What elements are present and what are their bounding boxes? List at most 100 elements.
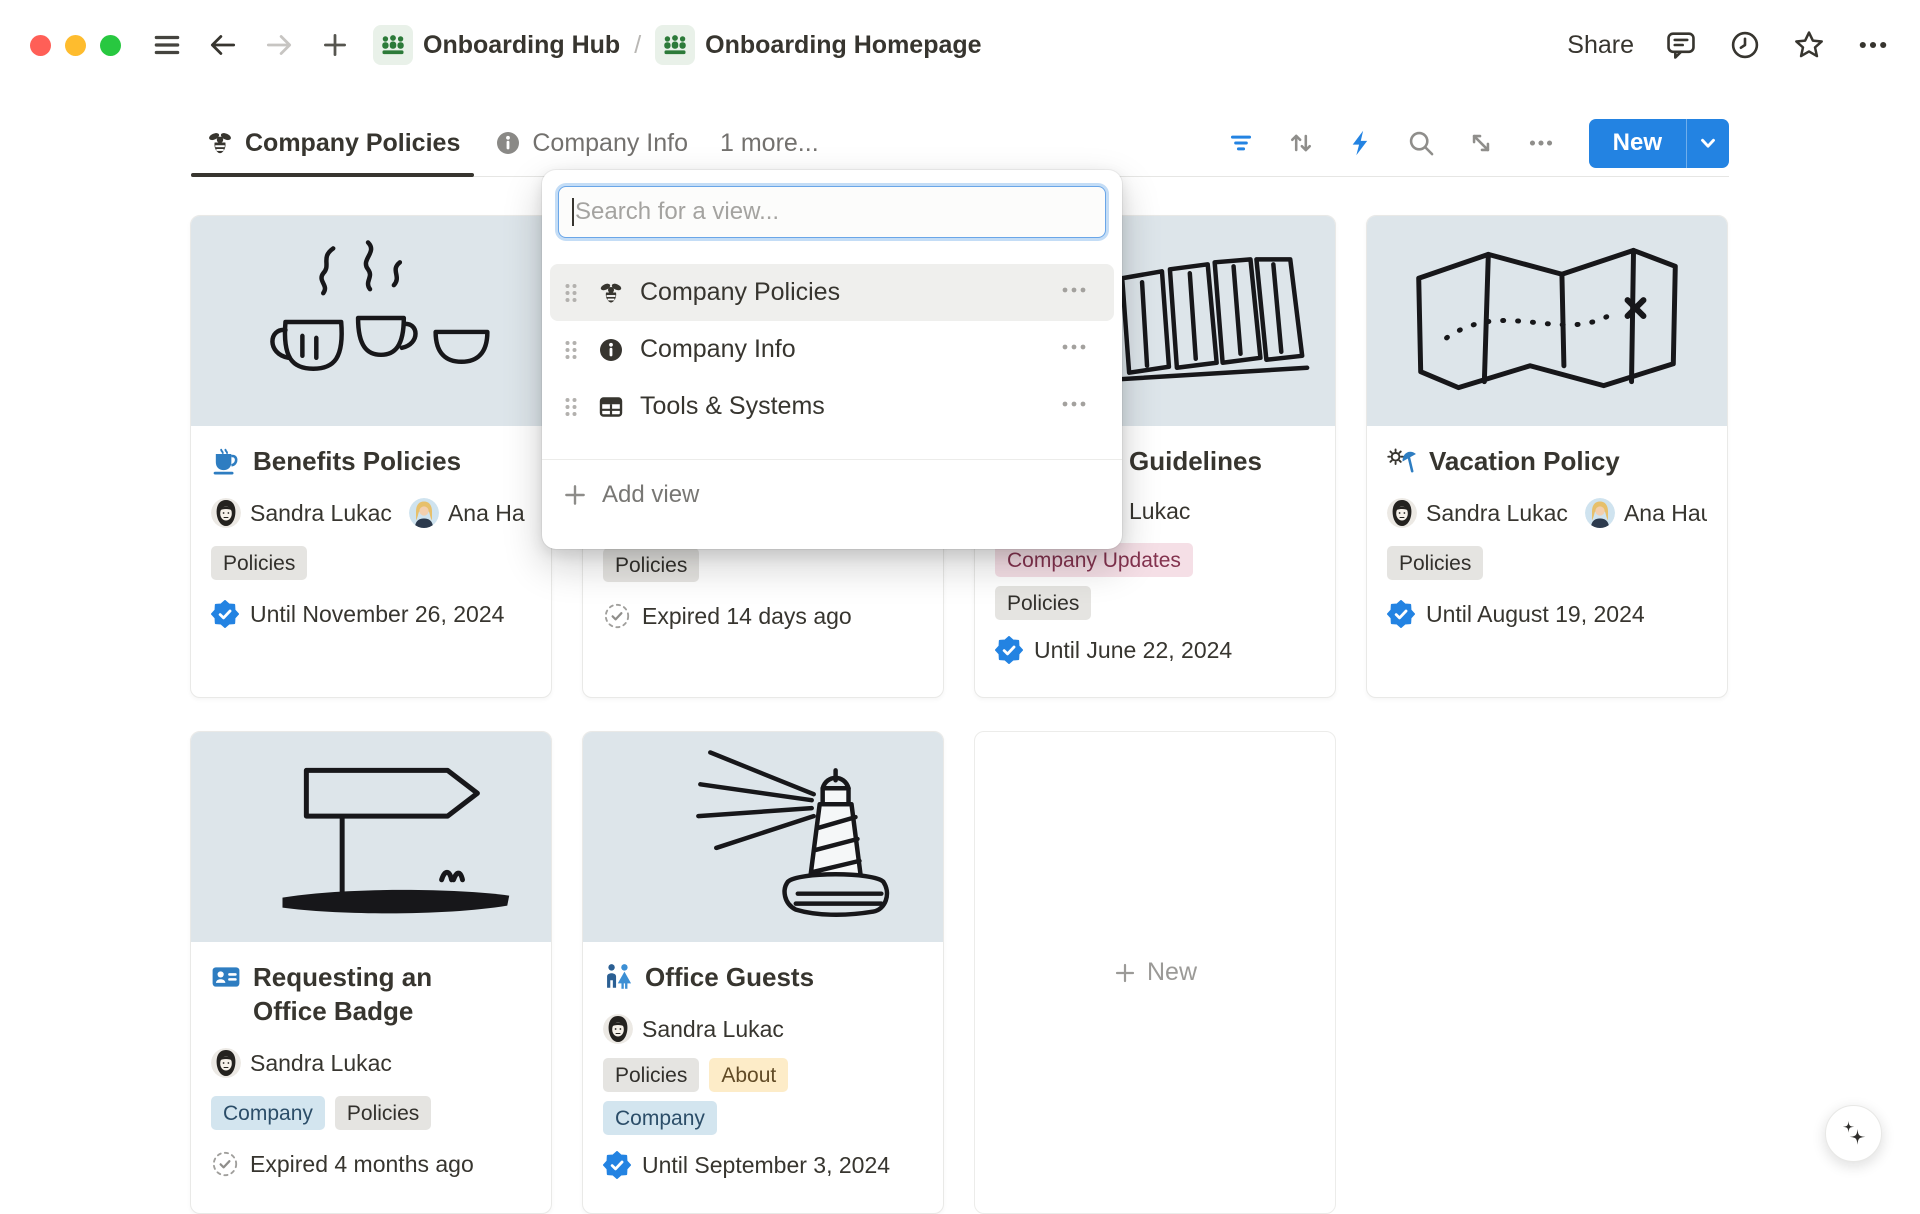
tag-policies: Policies xyxy=(211,546,307,580)
card-status-row: Until August 19, 2024 xyxy=(1387,600,1707,628)
card-tags-row: Policies xyxy=(995,586,1315,620)
onboarding-homepage-page-icon xyxy=(655,25,695,65)
card-title: Office Guests xyxy=(645,960,814,994)
add-view-button[interactable]: Add view xyxy=(542,460,1122,530)
avatar-sandra-lukac xyxy=(603,1014,633,1044)
onboarding-hub-page-icon xyxy=(373,25,413,65)
comments-icon[interactable] xyxy=(1664,28,1698,62)
view-tabbar: Company Policies Company Info 1 more... … xyxy=(191,110,1729,177)
card-people-row: Lukac xyxy=(1129,498,1315,525)
plus-icon xyxy=(1113,961,1137,985)
tab-company-policies[interactable]: Company Policies xyxy=(191,110,474,176)
person-name-visible-part: Lukac xyxy=(1129,498,1190,525)
card-people-row: Sandra Lukac Ana Ha xyxy=(211,498,531,528)
card-title: Requesting an Office Badge xyxy=(253,960,483,1028)
traffic-lights xyxy=(30,35,121,56)
verified-badge-icon xyxy=(211,600,239,628)
share-button[interactable]: Share xyxy=(1567,31,1634,60)
sort-icon[interactable] xyxy=(1281,123,1321,163)
minimize-window-button[interactable] xyxy=(65,35,86,56)
tag-company: Company xyxy=(211,1096,325,1130)
view-search-input[interactable] xyxy=(558,186,1106,238)
card-tags-row: Policies xyxy=(1387,546,1707,580)
info-icon xyxy=(596,336,626,364)
expand-view-icon[interactable] xyxy=(1461,123,1501,163)
view-options-icon[interactable] xyxy=(1060,390,1088,423)
breadcrumb-current[interactable]: Onboarding Homepage xyxy=(705,31,981,60)
card-title: Benefits Policies xyxy=(253,444,461,478)
search-icon[interactable] xyxy=(1401,123,1441,163)
card-status-row: Until November 26, 2024 xyxy=(211,600,531,628)
person-name: Sandra Lukac xyxy=(1426,500,1568,527)
tab-label: Company Policies xyxy=(245,129,460,158)
status-text: Until June 22, 2024 xyxy=(1034,637,1232,664)
tab-label: Company Info xyxy=(532,129,688,158)
more-views-button[interactable]: 1 more... xyxy=(720,129,819,158)
view-menu-item-label: Company Info xyxy=(640,335,796,364)
drag-handle-icon[interactable] xyxy=(560,282,582,304)
avatar-ana xyxy=(1585,498,1615,528)
ai-assistant-button[interactable] xyxy=(1825,1105,1882,1162)
tag-about: About xyxy=(709,1058,788,1092)
card-title-row: Vacation Policy xyxy=(1387,444,1707,478)
person-name: Sandra Lukac xyxy=(642,1016,784,1043)
favorite-star-icon[interactable] xyxy=(1792,28,1826,62)
tag-policies: Policies xyxy=(603,548,699,582)
breadcrumb-root[interactable]: Onboarding Hub xyxy=(423,31,620,60)
zoom-window-button[interactable] xyxy=(100,35,121,56)
new-card-placeholder[interactable]: New xyxy=(974,731,1336,1214)
view-menu-item-company-policies[interactable]: Company Policies xyxy=(550,264,1114,321)
card-status-row: Until September 3, 2024 xyxy=(603,1151,923,1179)
add-view-label: Add view xyxy=(602,481,699,509)
view-menu-item-label: Company Policies xyxy=(640,278,840,307)
bee-icon xyxy=(205,128,235,158)
drag-handle-icon[interactable] xyxy=(560,339,582,361)
card-cover-signpost xyxy=(191,732,551,942)
card-title-row: Office Guests xyxy=(603,960,923,994)
sidebar-menu-icon[interactable] xyxy=(149,27,185,63)
verified-badge-icon xyxy=(995,636,1023,664)
card-requesting-office-badge[interactable]: Requesting an Office Badge Sandra Lukac … xyxy=(190,731,552,1214)
new-button-dropdown[interactable] xyxy=(1687,119,1729,168)
close-window-button[interactable] xyxy=(30,35,51,56)
updates-clock-icon[interactable] xyxy=(1728,28,1762,62)
expired-circle-icon xyxy=(603,602,631,630)
tag-policies: Policies xyxy=(995,586,1091,620)
verified-badge-icon xyxy=(603,1151,631,1179)
filter-icon[interactable] xyxy=(1221,123,1261,163)
card-vacation-policy[interactable]: Vacation Policy Sandra Lukac Ana Hau Pol… xyxy=(1366,215,1728,698)
table-icon xyxy=(596,393,626,421)
card-people-row: Sandra Lukac xyxy=(603,1014,923,1044)
new-button-group: New xyxy=(1589,119,1729,168)
automations-lightning-icon[interactable] xyxy=(1341,123,1381,163)
card-title: Vacation Policy xyxy=(1429,444,1620,478)
card-benefits-policies[interactable]: Benefits Policies Sandra Lukac Ana Ha Po… xyxy=(190,215,552,698)
view-menu-item-company-info[interactable]: Company Info xyxy=(550,321,1114,378)
card-title-row: Requesting an Office Badge xyxy=(211,960,531,1028)
card-tags-row: Policies xyxy=(603,548,923,582)
new-button[interactable]: New xyxy=(1589,119,1686,168)
card-status-row: Expired 4 months ago xyxy=(211,1150,531,1178)
new-page-icon[interactable] xyxy=(317,27,353,63)
tab-company-info[interactable]: Company Info xyxy=(494,129,688,158)
view-options-icon[interactable] xyxy=(1060,333,1088,366)
expired-circle-icon xyxy=(211,1150,239,1178)
card-title-row: Guidelines xyxy=(1129,444,1315,478)
text-cursor xyxy=(572,198,574,226)
forward-icon[interactable] xyxy=(261,27,297,63)
view-settings-ellipsis-icon[interactable] xyxy=(1521,123,1561,163)
card-title-row: Benefits Policies xyxy=(211,444,531,478)
back-icon[interactable] xyxy=(205,27,241,63)
status-text: Until November 26, 2024 xyxy=(250,601,504,628)
card-office-guests[interactable]: Office Guests Sandra Lukac Policies Abou… xyxy=(582,731,944,1214)
id-badge-icon xyxy=(211,962,241,992)
person-name: Sandra Lukac xyxy=(250,1050,392,1077)
window-titlebar: Onboarding Hub / Onboarding Homepage Sha… xyxy=(0,0,1920,90)
drag-handle-icon[interactable] xyxy=(560,396,582,418)
new-card-label: New xyxy=(1147,958,1197,987)
view-menu-item-tools-systems[interactable]: Tools & Systems xyxy=(550,378,1114,435)
view-options-icon[interactable] xyxy=(1060,276,1088,309)
view-menu-item-label: Tools & Systems xyxy=(640,392,825,421)
more-options-icon[interactable] xyxy=(1856,28,1890,62)
breadcrumb: Onboarding Hub / Onboarding Homepage xyxy=(373,25,982,65)
